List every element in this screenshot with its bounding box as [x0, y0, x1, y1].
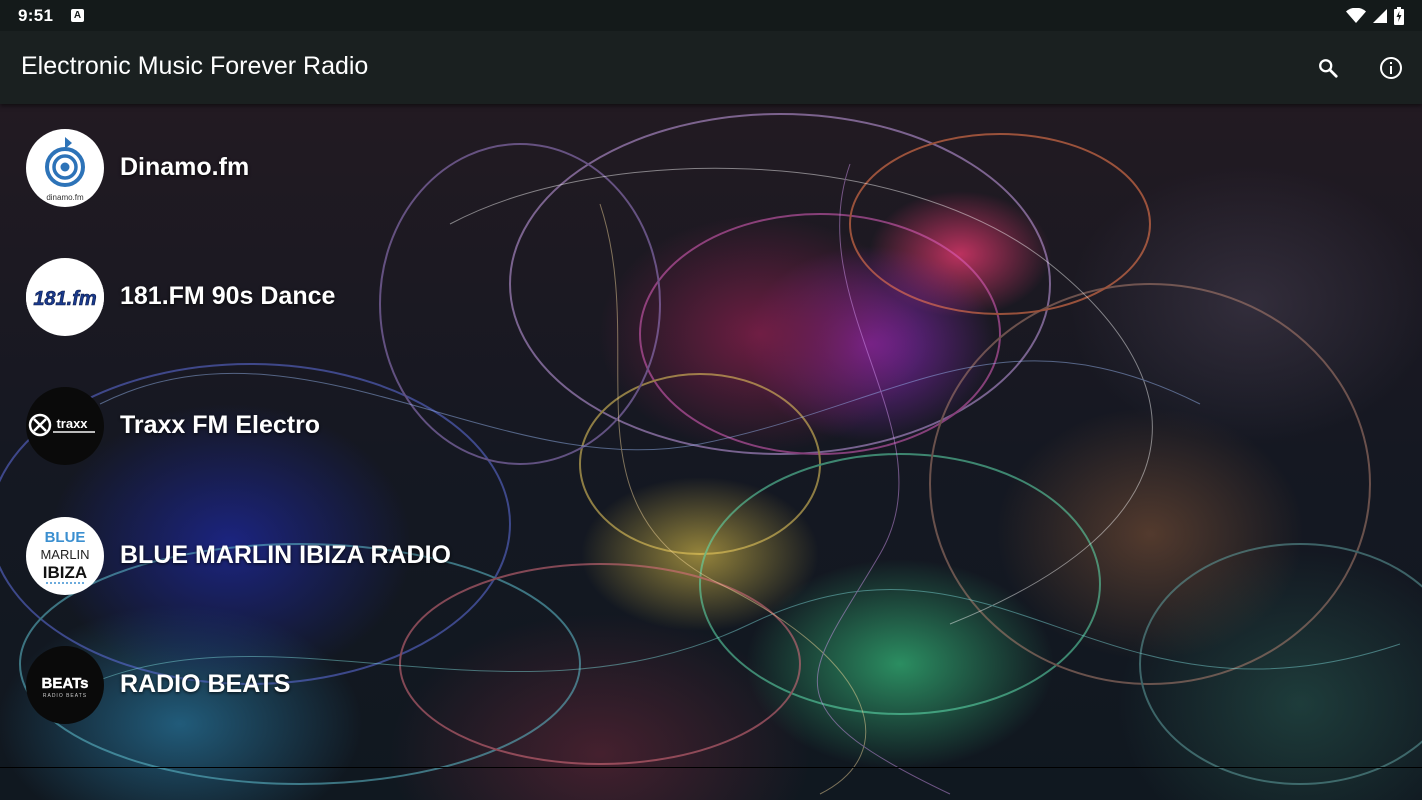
- signal-icon: [1373, 9, 1387, 23]
- station-name: 181.FM 90s Dance: [120, 282, 336, 310]
- notification-a-icon: A: [71, 9, 84, 22]
- station-name: Traxx FM Electro: [120, 411, 321, 439]
- 181fm-logo-caption: 181.fm: [33, 288, 96, 310]
- station-item-dinamo[interactable]: dinamo.fm Dinamo.fm: [0, 104, 1422, 233]
- station-name: BLUE MARLIN IBIZA RADIO: [120, 541, 451, 569]
- station-name: RADIO BEATS: [120, 670, 291, 698]
- radio-beats-logo-caption: BEATs: [42, 675, 89, 692]
- radio-beats-logo-subcaption: RADIO BEATS: [43, 693, 87, 699]
- station-name: Dinamo.fm: [120, 153, 250, 181]
- battery-icon: [1394, 7, 1404, 25]
- app-title: Electronic Music Forever Radio: [21, 52, 369, 80]
- divider: [0, 767, 1422, 768]
- blue-marlin-logo-line2: MARLIN: [40, 547, 89, 562]
- blue-marlin-logo-line1: BLUE: [45, 529, 86, 546]
- radio-beats-logo: BEATs RADIO BEATS: [26, 646, 104, 724]
- blue-marlin-logo: BLUE MARLIN IBIZA: [26, 517, 104, 595]
- search-button[interactable]: [1311, 51, 1345, 85]
- station-item-blue-marlin[interactable]: BLUE MARLIN IBIZA BLUE MARLIN IBIZA RADI…: [0, 492, 1422, 621]
- screen: 9:51 A Electronic Music Forever Radio di…: [0, 0, 1422, 800]
- status-indicators: [1346, 6, 1404, 26]
- station-item-traxx[interactable]: traxx Traxx FM Electro: [0, 362, 1422, 491]
- 181fm-logo: 181.fm: [26, 258, 104, 336]
- info-icon: [1380, 57, 1402, 79]
- info-button[interactable]: [1374, 51, 1408, 85]
- dinamo-logo: dinamo.fm: [26, 129, 104, 207]
- status-bar: 9:51 A: [0, 0, 1422, 31]
- traxx-logo-caption: traxx: [56, 416, 88, 431]
- station-item-radio-beats[interactable]: BEATs RADIO BEATS RADIO BEATS: [0, 621, 1422, 750]
- traxx-logo: traxx: [26, 387, 104, 465]
- blue-marlin-logo-line3: IBIZA: [43, 563, 87, 582]
- station-item-181fm[interactable]: 181.fm 181.FM 90s Dance: [0, 233, 1422, 362]
- dinamo-logo-caption: dinamo.fm: [46, 193, 84, 202]
- wifi-icon: [1346, 8, 1366, 23]
- search-icon: [1319, 59, 1338, 78]
- status-time: 9:51: [18, 6, 54, 25]
- app-bar: Electronic Music Forever Radio: [0, 31, 1422, 104]
